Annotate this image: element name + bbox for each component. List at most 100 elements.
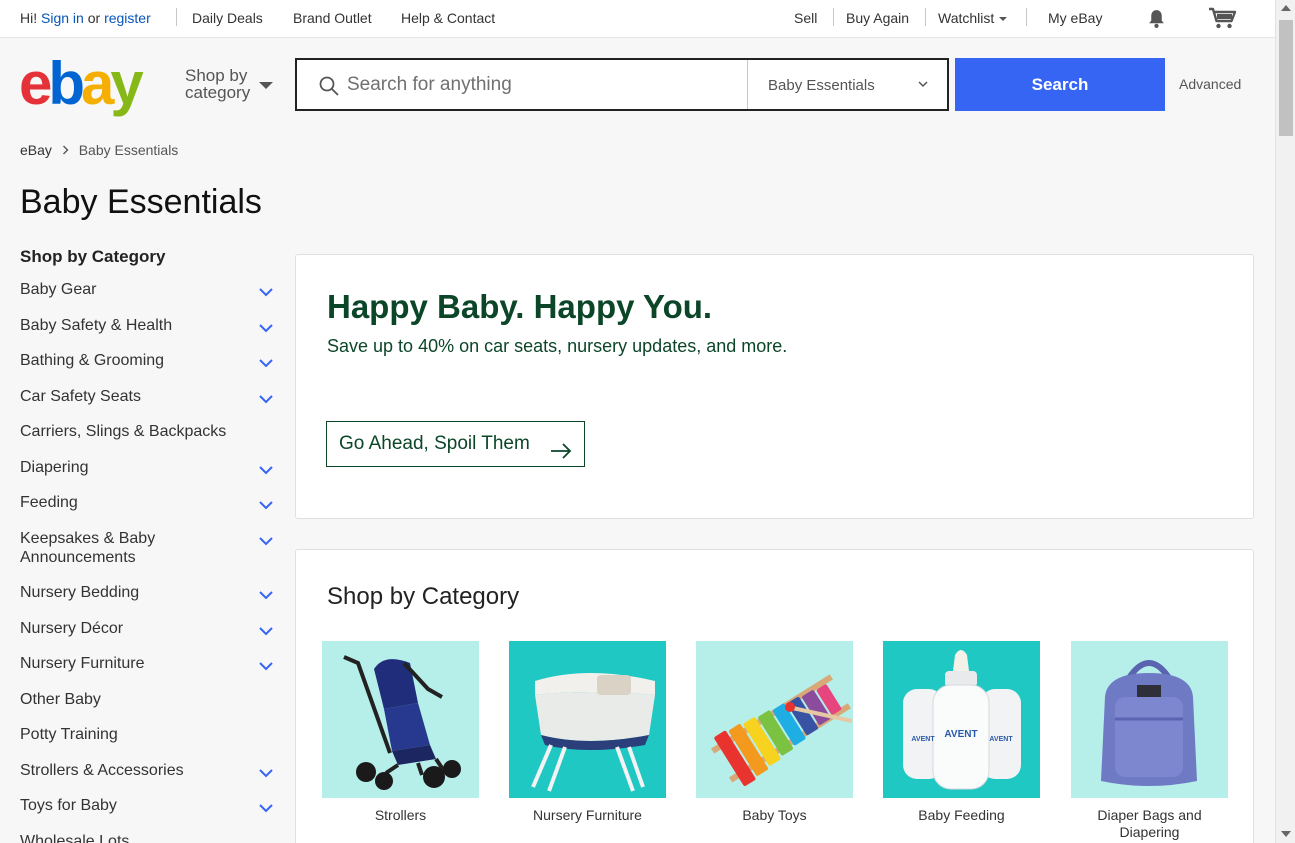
sidebar-item-label: Nursery Furniture [20,655,145,672]
caret-down-icon [999,17,1008,22]
breadcrumb: eBay Baby Essentials [20,142,178,158]
chevron-down-icon[interactable] [258,532,274,551]
divider [176,8,177,26]
cart-icon[interactable] [1208,6,1238,33]
register-link[interactable]: register [104,10,151,26]
sell-link[interactable]: Sell [794,10,817,26]
tile-label: Strollers [374,807,427,823]
chevron-down-icon[interactable] [258,461,274,480]
svg-text:AVENT: AVENT [944,729,977,740]
sidebar-title: Shop by Category [20,247,166,266]
tile-label: Baby Toys [742,807,807,823]
sidebar-item[interactable]: Toys for Baby [20,794,275,817]
nursery-furniture-image [509,641,666,798]
daily-deals-link[interactable]: Daily Deals [192,10,263,26]
caret-down-icon[interactable] [259,82,273,89]
divider [925,8,926,26]
sidebar-item[interactable]: Strollers & Accessories [20,759,275,782]
top-nav-bar: Hi! Sign in or register Daily Deals Bran… [0,0,1275,38]
sidebar-item-label: Baby Safety & Health [20,316,173,334]
or-text: or [87,10,101,26]
advanced-search-link[interactable]: Advanced [1179,76,1241,92]
category-tile-nursery-furniture[interactable]: Nursery Furniture [509,641,666,824]
sidebar-item-label: Baby Gear [20,281,97,298]
category-section: Shop by Category Strollers Nursery Furni… [295,549,1254,843]
sidebar-item-label: Bathing & Grooming [20,352,165,369]
sidebar-item[interactable]: Keepsakes & Baby Announcements [20,527,275,569]
chevron-down-icon[interactable] [258,354,274,373]
sidebar-item-label: Potty Training [20,726,118,743]
sidebar-item-label: Car Safety Seats [20,387,141,405]
sidebar-item[interactable]: Diapering [20,456,275,479]
search-icon [319,76,339,101]
category-select[interactable]: Baby Essentials [747,60,947,109]
category-section-title: Shop by Category [327,583,520,610]
divider [1026,8,1027,26]
sidebar-item[interactable]: Nursery Bedding [20,581,275,604]
sidebar-item[interactable]: Feeding [20,491,275,514]
search-bar: Baby Essentials [295,58,949,111]
brand-outlet-link[interactable]: Brand Outlet [293,10,372,26]
strollers-image [322,641,479,798]
sidebar-item-label: Nursery Décor [20,619,124,637]
chevron-down-icon[interactable] [258,390,274,409]
svg-text:ebay: ebay [19,52,144,117]
chevron-down-icon[interactable] [258,283,274,302]
buy-again-link[interactable]: Buy Again [846,10,909,26]
hero-cta-button[interactable]: Go Ahead, Spoil Them [326,421,585,467]
sidebar-item-label: Keepsakes & Baby Announcements [20,529,156,566]
chevron-right-icon [62,142,69,158]
greeting-text: Hi! [20,10,38,26]
sidebar-item-label: Other Baby [20,690,101,708]
my-ebay-link[interactable]: My eBay [1048,10,1102,26]
scroll-up-icon[interactable] [1281,5,1291,11]
chevron-down-icon[interactable] [258,764,274,783]
scroll-down-icon[interactable] [1281,831,1291,837]
chevron-down-icon[interactable] [258,319,274,338]
shop-by-category-button[interactable]: Shop by category [185,67,250,101]
sidebar-item-label: Toys for Baby [20,797,117,814]
sidebar-category-list: Baby Gear Baby Safety & Health Bathing & G… [20,278,275,843]
hero-cta-label: Go Ahead, Spoil Them [339,433,530,454]
tile-label: Nursery Furniture [533,807,642,823]
chevron-down-icon[interactable] [258,586,274,605]
category-select-value: Baby Essentials [768,77,875,94]
sidebar-item[interactable]: Baby Gear [20,278,275,301]
sidebar-item[interactable]: Other Baby [20,688,275,711]
sign-in-link[interactable]: Sign in [41,10,84,26]
hero-subtitle: Save up to 40% on car seats, nursery upd… [327,336,788,356]
baby-toys-image [696,641,853,798]
sidebar-item[interactable]: Nursery Décor [20,617,275,640]
help-contact-link[interactable]: Help & Contact [401,10,495,26]
chevron-down-icon[interactable] [258,657,274,676]
scroll-thumb[interactable] [1279,20,1293,136]
search-button[interactable]: Search [955,58,1165,111]
search-input[interactable] [347,60,742,109]
shop-by-line1: Shop by [185,66,248,85]
ebay-logo[interactable]: ebay [19,50,169,118]
shop-by-line2: category [185,83,251,102]
sidebar-item[interactable]: Carriers, Slings & Backpacks [20,420,275,443]
page-scrollbar[interactable] [1275,0,1295,843]
watchlist-dropdown[interactable]: Watchlist [938,10,1008,26]
sidebar-item[interactable]: Wholesale Lots [20,830,275,843]
sidebar-item[interactable]: Bathing & Grooming [20,349,275,372]
breadcrumb-current: Baby Essentials [78,142,179,158]
sidebar-item[interactable]: Potty Training [20,723,275,746]
chevron-down-icon[interactable] [258,622,274,641]
breadcrumb-root[interactable]: eBay [20,142,52,158]
category-tile-strollers[interactable]: Strollers [322,641,479,824]
category-tile-baby-feeding[interactable]: AVENT AVENT AVENT Baby Feeding [883,641,1040,824]
chevron-down-icon[interactable] [258,496,274,515]
sidebar-item[interactable]: Car Safety Seats [20,385,275,408]
chevron-down-icon[interactable] [258,799,274,818]
sidebar-item[interactable]: Nursery Furniture [20,652,275,675]
category-tile-baby-toys[interactable]: Baby Toys [696,641,853,824]
bell-icon[interactable] [1146,8,1167,32]
sidebar-item[interactable]: Baby Safety & Health [20,314,275,337]
sidebar-item-label: Wholesale Lots [20,832,130,843]
category-tile-diaper-bags[interactable]: Diaper Bags and Diapering [1071,641,1228,841]
greeting: Hi! Sign in or register [20,10,151,26]
tile-label: Baby Feeding [918,807,1005,823]
sidebar-item-label: Nursery Bedding [20,584,140,601]
